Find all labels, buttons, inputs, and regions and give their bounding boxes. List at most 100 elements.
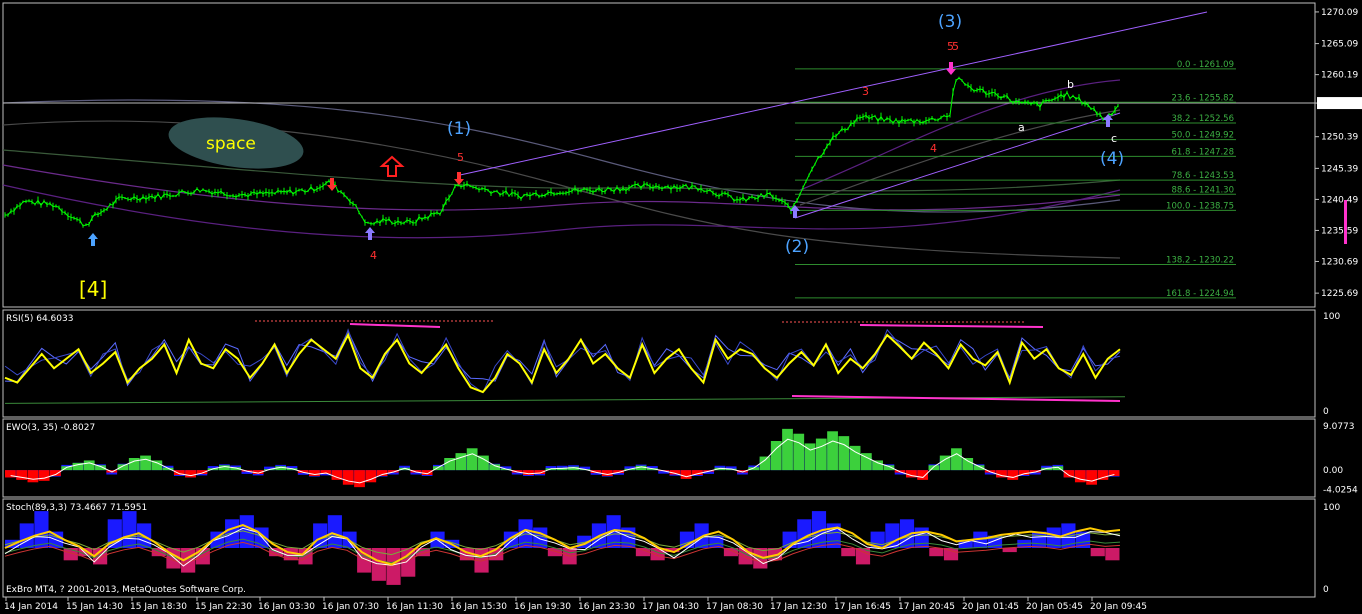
ewo-y-tick: -4.0254 bbox=[1323, 486, 1358, 496]
fib-level-label: 0.0 - 1261.09 bbox=[1177, 60, 1234, 70]
x-tick-label: 17 Jan 20:45 bbox=[898, 602, 955, 612]
ewo-bar bbox=[466, 448, 478, 471]
stoch-histogram-bar bbox=[929, 548, 944, 557]
x-tick-label: 15 Jan 22:30 bbox=[195, 602, 252, 612]
y-tick-label: 1225.69 bbox=[1321, 289, 1358, 299]
x-tick-label: 17 Jan 04:30 bbox=[642, 602, 699, 612]
ewo-bar bbox=[962, 458, 974, 471]
stoch-title: Stoch(89,3,3) 73.4667 71.5951 bbox=[6, 503, 147, 513]
ewo-bar bbox=[523, 470, 534, 475]
x-tick-label: 20 Jan 05:45 bbox=[1026, 602, 1083, 612]
ewo-bar bbox=[680, 470, 692, 479]
stoch-histogram-bar bbox=[34, 511, 49, 548]
ewo-bar bbox=[309, 470, 320, 476]
wave-label: (1) bbox=[447, 119, 471, 139]
stoch-y-tick: 0 bbox=[1323, 585, 1329, 595]
ewo-bar bbox=[815, 438, 827, 471]
wave-label: c bbox=[1111, 132, 1117, 145]
ewo-bar bbox=[827, 431, 838, 471]
ewo-bar bbox=[601, 470, 613, 476]
x-tick-label: 20 Jan 09:45 bbox=[1090, 602, 1147, 612]
stoch-histogram-bar bbox=[19, 523, 34, 548]
wave-label: 5 bbox=[457, 151, 464, 164]
stoch-histogram-bar bbox=[1090, 548, 1105, 557]
y-tick-label: 1235.59 bbox=[1321, 226, 1358, 236]
ewo-bar bbox=[27, 470, 39, 483]
fib-level-label: 88.6 - 1241.30 bbox=[1171, 185, 1234, 195]
ewo-bar bbox=[455, 453, 467, 471]
ewo-bar bbox=[185, 470, 196, 478]
rsi-y-tick: 100 bbox=[1323, 312, 1340, 322]
ewo-bar bbox=[38, 470, 50, 481]
ewo-bar bbox=[872, 460, 883, 471]
wave-label: [4] bbox=[79, 277, 107, 301]
ewo-bar bbox=[793, 433, 805, 471]
footer-copyright: ExBro MT4, ? 2001-2013, MetaQuotes Softw… bbox=[6, 585, 246, 595]
ewo-bar bbox=[354, 470, 365, 488]
x-tick-label: 15 Jan 14:30 bbox=[66, 602, 123, 612]
x-tick-label: 16 Jan 11:30 bbox=[386, 602, 443, 612]
x-tick-label: 16 Jan 23:30 bbox=[578, 602, 635, 612]
stoch-histogram-bar bbox=[1002, 548, 1017, 553]
wave-label: a bbox=[1018, 121, 1025, 134]
fib-level-label: 78.6 - 1243.53 bbox=[1171, 171, 1234, 181]
stoch-histogram-bar bbox=[914, 527, 929, 548]
stoch-histogram-bar bbox=[327, 515, 342, 548]
x-tick-label: 14 Jan 2014 bbox=[4, 602, 58, 612]
wave-label: (4) bbox=[1100, 149, 1124, 169]
x-tick-label: 15 Jan 18:30 bbox=[130, 602, 187, 612]
fib-level-label: 50.0 - 1249.92 bbox=[1171, 131, 1234, 141]
ewo-y-tick: 9.0773 bbox=[1323, 422, 1355, 432]
stoch-y-tick: 100 bbox=[1323, 503, 1340, 513]
ewo-bar bbox=[1007, 470, 1019, 480]
wave-label: b bbox=[1067, 78, 1074, 91]
ewo-bar bbox=[917, 470, 929, 480]
fib-level-label: 61.8 - 1247.28 bbox=[1171, 147, 1234, 157]
x-tick-label: 16 Jan 07:30 bbox=[322, 602, 379, 612]
x-tick-label: 16 Jan 15:30 bbox=[450, 602, 507, 612]
ewo-bar bbox=[117, 464, 129, 471]
stoch-histogram-bar bbox=[1105, 548, 1120, 561]
x-tick-label: 17 Jan 08:30 bbox=[706, 602, 763, 612]
x-tick-label: 17 Jan 12:30 bbox=[770, 602, 827, 612]
x-tick-label: 20 Jan 01:45 bbox=[962, 602, 1019, 612]
space-label: space bbox=[206, 134, 256, 154]
stoch-histogram-bar bbox=[841, 548, 856, 557]
ewo-bar bbox=[1086, 470, 1097, 485]
rsi-title: RSI(5) 64.6033 bbox=[6, 314, 73, 324]
right-edge-marker bbox=[1344, 200, 1347, 244]
fib-level-label: 23.6 - 1255.82 bbox=[1171, 93, 1234, 103]
ewo-bar bbox=[140, 455, 151, 471]
ewo-bar bbox=[782, 428, 793, 471]
y-tick-label: 1230.69 bbox=[1321, 257, 1358, 267]
wave-label: 4 bbox=[930, 142, 937, 155]
ewo-bar bbox=[421, 470, 433, 475]
y-tick-label: 1265.09 bbox=[1321, 40, 1358, 50]
ewo-y-tick: 0.00 bbox=[1323, 466, 1343, 476]
ewo-title: EWO(3, 35) -0.8027 bbox=[6, 423, 95, 433]
x-tick-label: 17 Jan 16:45 bbox=[834, 602, 891, 612]
y-tick-label: 1240.49 bbox=[1321, 195, 1358, 205]
y-tick-label: 1260.19 bbox=[1321, 71, 1358, 81]
ewo-bar bbox=[128, 458, 140, 471]
ewo-bar bbox=[83, 460, 95, 471]
x-tick-label: 16 Jan 19:30 bbox=[514, 602, 571, 612]
ewo-bar bbox=[928, 465, 940, 471]
wave-label: 3 bbox=[862, 85, 869, 98]
x-tick-label: 16 Jan 03:30 bbox=[258, 602, 315, 612]
ewo-bar bbox=[342, 470, 354, 485]
wave-label: 4 bbox=[370, 249, 377, 262]
ewo-bar bbox=[1074, 470, 1086, 483]
fib-level-label: 100.0 - 1238.75 bbox=[1166, 201, 1234, 211]
current-price-label: 1255.70 bbox=[1321, 99, 1358, 109]
wave-label: (3) bbox=[938, 12, 962, 32]
ewo-bar bbox=[838, 436, 850, 471]
fib-level-label: 38.2 - 1252.56 bbox=[1171, 114, 1234, 124]
wave-label: (2) bbox=[785, 237, 809, 257]
y-tick-label: 1245.39 bbox=[1321, 164, 1358, 174]
mt4-chart: 0.0 - 1261.09 23.6 - 1255.82 38.2 - 1252.5… bbox=[0, 0, 1362, 614]
y-tick-label: 1250.39 bbox=[1321, 133, 1358, 143]
y-tick-label: 1270.09 bbox=[1321, 8, 1358, 18]
ewo-bar bbox=[951, 448, 962, 471]
fib-level-label: 161.8 - 1224.94 bbox=[1166, 289, 1234, 299]
